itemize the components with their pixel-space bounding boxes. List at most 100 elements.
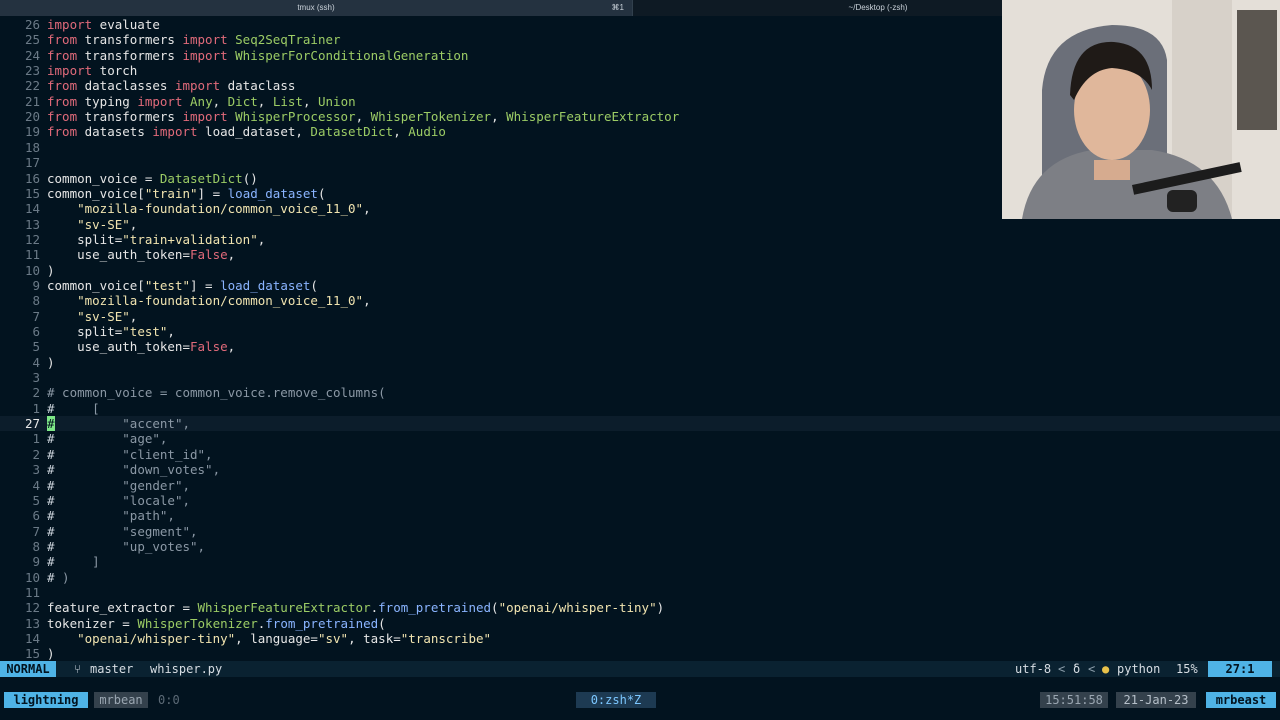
code-token: "transcribe" (400, 631, 492, 646)
code-line[interactable]: 5 # "locale", (0, 493, 1280, 508)
code-line[interactable]: 9 common_voice["test"] = load_dataset( (0, 278, 1280, 293)
code-token: ) (47, 354, 55, 370)
code-token: , task= (348, 631, 401, 646)
code-line[interactable]: 5 use_auth_token=False, (0, 339, 1280, 354)
code-token: # (47, 446, 55, 462)
code-token: , (363, 293, 371, 309)
tmux-window[interactable]: 0:zsh*Z (576, 692, 656, 708)
code-line[interactable]: 13 tokenizer = WhisperTokenizer.from_pret… (0, 616, 1280, 631)
tab-title: ~/Desktop (-zsh) (848, 3, 908, 12)
scroll-percent: 15% (1176, 662, 1198, 676)
delta-label: δ (1073, 662, 1081, 676)
line-number: 17 (24, 155, 40, 171)
line-code: ) (47, 263, 55, 278)
code-token: ( (317, 185, 326, 201)
code-line[interactable]: 1 # "age", (0, 431, 1280, 446)
person-image (1002, 0, 1280, 219)
code-token: "sv-SE" (77, 216, 130, 232)
code-token: use_auth_token= (47, 339, 190, 355)
code-token: ] = (190, 277, 221, 293)
tab-desktop[interactable]: ~/Desktop (-zsh) (632, 0, 1003, 16)
code-line[interactable]: 3 (0, 370, 1280, 385)
line-number: 18 (24, 139, 40, 155)
code-line[interactable]: 8 "mozilla-foundation/common_voice_11_0"… (0, 293, 1280, 308)
code-line[interactable]: 1 # [ (0, 401, 1280, 416)
line-number: 8 (32, 538, 40, 554)
line-number: 5 (32, 492, 40, 508)
code-token: ) (47, 262, 55, 278)
line-code: use_auth_token=False, (47, 247, 235, 262)
code-line[interactable]: 9 # ] (0, 554, 1280, 569)
code-line[interactable]: 7 "sv-SE", (0, 309, 1280, 324)
code-token: "mozilla-foundation/common_voice_11_0" (77, 293, 364, 309)
code-line-current[interactable]: 27 # "accent", (0, 416, 1280, 432)
code-token: [ (54, 400, 100, 416)
line-number: 15 (24, 185, 40, 201)
code-line[interactable]: 7 # "segment", (0, 524, 1280, 539)
code-token: from_pretrained (265, 615, 379, 631)
line-number: 12 (24, 231, 40, 247)
code-line[interactable]: 3 # "down_votes", (0, 462, 1280, 477)
code-token: . (370, 600, 379, 616)
code-line[interactable]: 2 # "client_id", (0, 447, 1280, 462)
code-token: "segment", (54, 523, 198, 539)
code-token: "up_votes", (54, 538, 206, 554)
code-token: from (47, 93, 78, 109)
line-code: common_voice["test"] = load_dataset( (47, 278, 318, 293)
line-number: 1 (32, 400, 40, 416)
line-number: 14 (24, 201, 40, 217)
code-token: , (129, 216, 138, 232)
code-token: Union (318, 93, 356, 109)
code-token: "train+validation" (122, 231, 258, 247)
code-token: Audio (408, 124, 446, 140)
code-line[interactable]: 11 (0, 585, 1280, 600)
line-code: split="train+validation", (47, 232, 265, 247)
code-token: common_voice = (47, 170, 160, 186)
code-token: from (47, 109, 78, 125)
code-token: transformers (77, 32, 183, 48)
line-number: 23 (24, 63, 40, 79)
code-token: False (190, 247, 228, 263)
code-line[interactable]: 6 # "path", (0, 508, 1280, 523)
line-number: 21 (24, 93, 40, 109)
code-line[interactable]: 12 split="train+validation", (0, 232, 1280, 247)
line-number: 9 (32, 554, 40, 570)
code-line[interactable]: 4) (0, 355, 1280, 370)
code-line[interactable]: 6 split="test", (0, 324, 1280, 339)
line-number: 6 (32, 324, 40, 339)
line-code: # "up_votes", (47, 539, 205, 554)
code-token: WhisperProcessor (235, 109, 356, 125)
code-token: import (47, 63, 93, 79)
line-code: from transformers import WhisperProcesso… (47, 109, 679, 124)
line-number: 14 (24, 631, 40, 646)
code-line[interactable]: 4 # "gender", (0, 478, 1280, 493)
code-token: # (47, 554, 55, 570)
line-number: 16 (24, 170, 40, 186)
line-code: "sv-SE", (47, 217, 137, 232)
code-line[interactable]: 15) (0, 646, 1280, 661)
code-token: from (47, 124, 78, 140)
code-line[interactable]: 2 # common_voice = common_voice.remove_co… (0, 385, 1280, 400)
line-code: from transformers import Seq2SeqTrainer (47, 32, 341, 47)
code-token: "path", (54, 508, 175, 524)
line-code: # ] (47, 554, 100, 569)
code-token: ] (54, 554, 100, 570)
code-token: from (47, 78, 78, 94)
code-token: # (47, 431, 55, 447)
code-line[interactable]: 10 # ) (0, 570, 1280, 585)
tmux-session[interactable]: lightning (4, 692, 88, 708)
tmux-host: mrbeast (1206, 692, 1276, 708)
tab-tmux[interactable]: tmux (ssh) ⌘1 (0, 0, 632, 16)
line-code: # "down_votes", (47, 462, 220, 477)
code-token: WhisperTokenizer (370, 109, 492, 125)
vim-statusline: NORMAL ⑂ master whisper.py utf-8 < δ < ●… (0, 661, 1280, 677)
line-number: 1 (32, 431, 40, 447)
code-line[interactable]: 8 # "up_votes", (0, 539, 1280, 554)
code-line[interactable]: 14 "openai/whisper-tiny", language="sv",… (0, 631, 1280, 646)
tmux-pane: 0:0 (158, 693, 180, 707)
code-line[interactable]: 10) (0, 263, 1280, 278)
line-code: common_voice = DatasetDict() (47, 171, 258, 186)
code-line[interactable]: 12 feature_extractor = WhisperFeatureExtr… (0, 600, 1280, 615)
code-line[interactable]: 11 use_auth_token=False, (0, 247, 1280, 262)
